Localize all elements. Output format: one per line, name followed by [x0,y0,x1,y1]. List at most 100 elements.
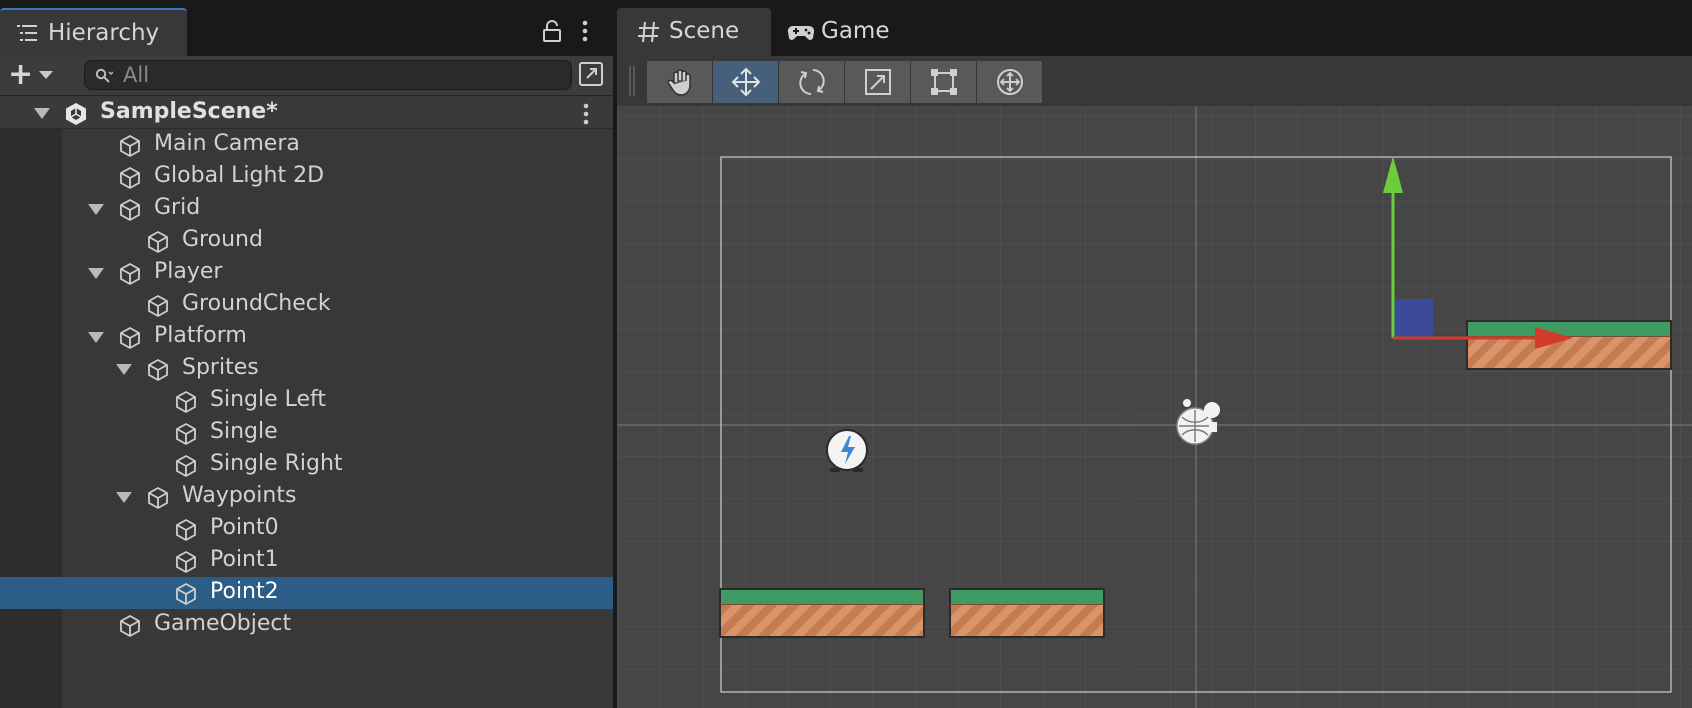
hierarchy-item-label: Grid [154,195,201,220]
hierarchy-item[interactable]: Platform [0,321,613,353]
hierarchy-item-label: Point0 [210,515,279,540]
ground-grass [719,588,925,604]
hierarchy-item[interactable]: Player [0,257,613,289]
scene-tools-overlay [617,56,1692,106]
gameobject-cube-icon [176,519,196,541]
hierarchy-item-label: GroundCheck [182,291,331,316]
scale-icon [864,69,891,95]
gameobject-cube-icon [120,199,140,221]
rect-tool[interactable] [911,61,977,103]
kebab-menu-icon[interactable] [580,20,590,42]
ground-left[interactable] [719,588,925,638]
gameobject-cube-icon [148,359,168,381]
gameobject-cube-icon [148,231,168,253]
tab-game[interactable]: Game [771,8,911,56]
transform-tool[interactable] [977,61,1043,103]
scene-viewport[interactable] [617,106,1692,708]
open-window-icon[interactable] [578,61,604,87]
gameobject-cube-icon [120,135,140,157]
tab-game-label: Game [821,18,890,44]
hand-tool[interactable] [647,61,713,103]
tab-scene[interactable]: Scene [617,8,771,56]
rotate-icon [798,69,825,95]
hierarchy-item[interactable]: Single Right [0,449,613,481]
rect-transform-icon [930,69,957,95]
hierarchy-item-label: Player [154,259,223,284]
scene-panel: Scene Game [617,0,1692,708]
list-tree-icon [17,25,37,41]
hierarchy-item-label: Ground [182,227,263,252]
kebab-menu-icon[interactable] [583,103,589,125]
unity-scene-icon [66,103,86,125]
gameobject-cube-icon [120,615,140,637]
search-input[interactable] [123,63,553,87]
platform-grass [1466,320,1672,336]
gamepad-icon [787,25,815,40]
scene-tab-bar: Scene Game [617,0,1692,56]
gameobject-cube-icon [176,583,196,605]
hierarchy-item-label: Global Light 2D [154,163,325,188]
drag-handle[interactable] [629,66,635,96]
fold-arrow-icon[interactable] [88,204,104,215]
gameobject-cube-icon [148,487,168,509]
hand-icon [667,69,691,96]
gameobject-cube-icon [176,551,196,573]
create-dropdown-button[interactable]: + [8,60,62,90]
hierarchy-item[interactable]: GroundCheck [0,289,613,321]
gizmo-xy-plane-handle[interactable] [1393,299,1433,337]
hierarchy-item[interactable]: Sprites [0,353,613,385]
hierarchy-item-label: Main Camera [154,131,300,156]
hierarchy-item-label: SampleScene* [100,99,278,124]
hierarchy-search [84,60,572,90]
grid-hash-icon [638,21,659,43]
hierarchy-item-label: Waypoints [182,483,297,508]
fold-arrow-icon[interactable] [34,108,50,119]
ground-middle[interactable] [949,588,1105,638]
gameobject-cube-icon [176,455,196,477]
player-sprite[interactable] [826,429,868,472]
hierarchy-item-label: Point1 [210,547,279,572]
hierarchy-item[interactable]: Ground [0,225,613,257]
plus-icon: + [8,57,34,92]
fold-arrow-icon[interactable] [88,332,104,343]
hierarchy-item[interactable]: Point1 [0,545,613,577]
tab-hierarchy-label: Hierarchy [48,20,160,46]
hierarchy-tree: SampleScene* Main Camera Global Light 2D Gr… [0,97,613,708]
ground-dirt [719,604,925,638]
hierarchy-item[interactable]: GameObject [0,609,613,641]
hierarchy-item[interactable]: Grid [0,193,613,225]
tab-hierarchy[interactable]: Hierarchy [0,8,187,56]
ground-grass [949,588,1105,604]
hierarchy-panel: Hierarchy + All SampleScene* Main Camera… [0,0,613,708]
hierarchy-item[interactable]: Global Light 2D [0,161,613,193]
hierarchy-item[interactable]: Waypoints [0,481,613,513]
caret-down-icon [39,71,54,79]
hierarchy-item[interactable]: Single Left [0,385,613,417]
gizmo-y-arrow[interactable] [1383,156,1403,193]
scene-row[interactable]: SampleScene* [0,97,613,129]
camera-light-gizmo[interactable] [1176,399,1220,445]
hierarchy-item-label: Point2 [210,579,279,604]
gameobject-cube-icon [120,263,140,285]
hierarchy-item-label: GameObject [154,611,292,636]
transform-tools [647,61,1043,103]
hierarchy-item[interactable]: Main Camera [0,129,613,161]
platform-dirt [1466,336,1672,370]
hierarchy-item[interactable]: Point2 [0,577,613,609]
hierarchy-item[interactable]: Single [0,417,613,449]
search-icon [95,68,113,83]
rotate-tool[interactable] [779,61,845,103]
move-gizmo[interactable] [1383,156,1433,338]
move-tool[interactable] [713,61,779,103]
fold-arrow-icon[interactable] [116,492,132,503]
fold-arrow-icon[interactable] [88,268,104,279]
gameobject-cube-icon [120,327,140,349]
hierarchy-item[interactable]: Point0 [0,513,613,545]
hierarchy-item-label: Single Right [210,451,343,476]
gameobject-cube-icon [176,423,196,445]
hierarchy-item-label: Single [210,419,278,444]
scale-tool[interactable] [845,61,911,103]
platform-right[interactable] [1466,320,1672,370]
lock-icon[interactable] [542,20,562,42]
fold-arrow-icon[interactable] [116,364,132,375]
